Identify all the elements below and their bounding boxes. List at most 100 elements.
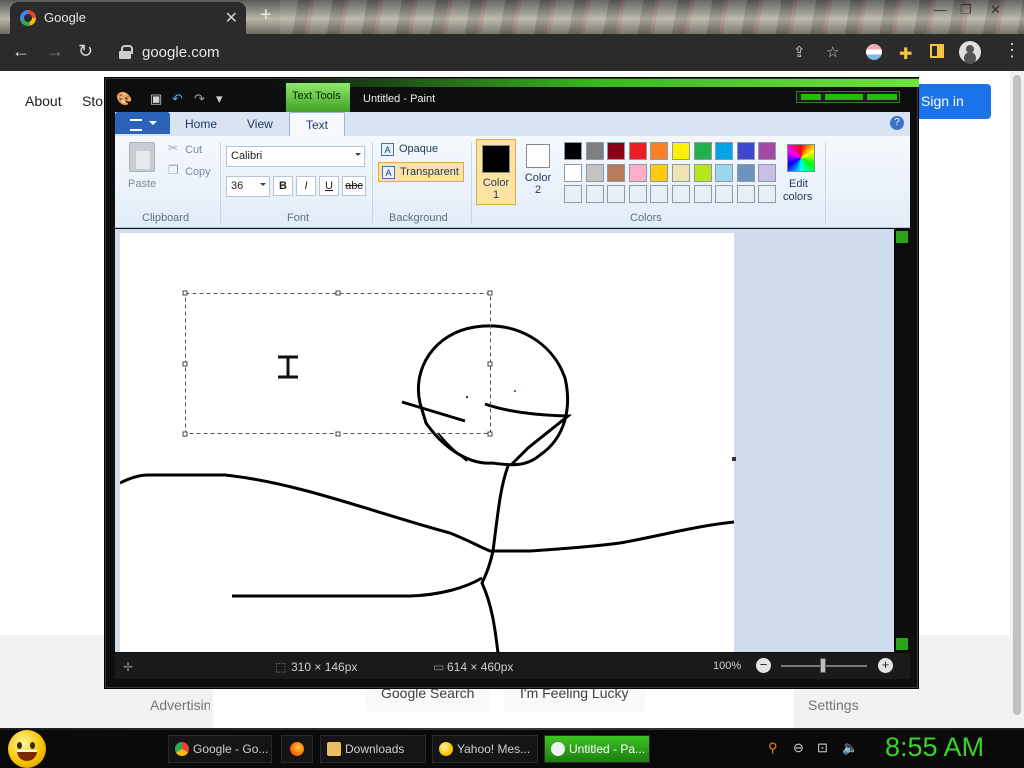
font-size-select[interactable]: 36 [226, 176, 270, 197]
paint-file-menu-button[interactable] [115, 112, 170, 134]
page-scrollbar[interactable] [1010, 71, 1024, 728]
palette-swatch[interactable] [672, 142, 690, 160]
extensions-puzzle-icon[interactable]: ✚ [899, 44, 912, 64]
new-tab-button[interactable]: + [260, 4, 272, 27]
palette-swatch[interactable] [607, 163, 626, 182]
copy-button[interactable]: Copy [185, 166, 211, 178]
palette-swatch[interactable] [564, 185, 582, 203]
search-icon[interactable]: ⚲ [768, 740, 778, 756]
save-icon[interactable]: ▣ [150, 91, 162, 107]
restore-window-button[interactable]: ❐ [960, 2, 972, 18]
canvas-resize-handle[interactable] [732, 457, 736, 461]
customize-qat-icon[interactable]: ▾ [216, 91, 223, 107]
chrome-menu-icon[interactable]: ⋮ [1003, 40, 1021, 61]
palette-swatch[interactable] [650, 163, 669, 182]
palette-swatch[interactable] [564, 163, 582, 182]
paint-app-icon[interactable]: 🎨 [116, 91, 132, 107]
palette-swatch[interactable] [672, 185, 690, 203]
palette-swatch[interactable] [693, 185, 712, 203]
sign-in-button[interactable]: Sign in [912, 84, 991, 119]
taskbar-clock[interactable]: 8:55 AM [885, 732, 984, 763]
taskbar-item-paint[interactable]: Untitled - Pa... [544, 735, 650, 763]
tab-close-icon[interactable]: ✕ [225, 8, 238, 28]
palette-swatch[interactable] [628, 163, 647, 182]
volume-icon[interactable]: 🔈 [842, 740, 858, 756]
tray-minus-icon[interactable]: ⊖ [793, 740, 804, 756]
tab-text[interactable]: Text [289, 112, 346, 136]
palette-swatch[interactable] [693, 163, 712, 182]
address-bar[interactable]: google.com [142, 44, 220, 61]
redo-icon[interactable]: ↷ [194, 91, 205, 107]
lock-icon[interactable] [119, 45, 133, 59]
zoom-slider-thumb[interactable] [820, 658, 826, 673]
transparent-option[interactable]: A Transparent [378, 162, 464, 182]
tab-home[interactable]: Home [185, 117, 217, 131]
network-icon[interactable]: ⊡ [817, 740, 828, 756]
palette-swatch[interactable] [736, 163, 755, 182]
color1-button[interactable]: Color 1 [476, 139, 516, 205]
opaque-option[interactable]: A Opaque [378, 140, 458, 160]
palette-swatch[interactable] [585, 142, 604, 160]
palette-swatch[interactable] [736, 142, 755, 160]
browser-tab-google[interactable]: Google ✕ [10, 2, 246, 34]
palette-swatch[interactable] [564, 142, 582, 160]
extension-flag-icon[interactable] [866, 44, 882, 60]
canvas-vertical-scrollbar[interactable] [894, 229, 910, 652]
palette-swatch[interactable] [758, 163, 777, 182]
edit-colors-label[interactable]: Edit [789, 178, 808, 190]
paint-minimize-icon[interactable] [801, 94, 821, 100]
text-selection-box[interactable] [185, 293, 491, 434]
share-icon[interactable]: ⇪ [793, 43, 806, 61]
store-link[interactable]: Store [82, 93, 106, 109]
profile-avatar-icon[interactable] [959, 41, 981, 63]
palette-swatch[interactable] [758, 142, 777, 160]
close-window-button[interactable]: ✕ [990, 2, 1001, 18]
palette-swatch[interactable] [585, 163, 604, 182]
font-family-select[interactable]: Calibri [226, 146, 365, 167]
palette-swatch[interactable] [585, 185, 604, 203]
cut-button[interactable]: Cut [185, 144, 202, 156]
forward-button[interactable]: → [46, 41, 64, 62]
reload-button[interactable]: ↻ [78, 41, 93, 62]
palette-swatch[interactable] [650, 185, 669, 203]
palette-swatch[interactable] [628, 185, 647, 203]
zoom-in-button[interactable]: + [878, 658, 893, 673]
taskbar-item-downloads[interactable]: Downloads [320, 735, 426, 763]
taskbar-item-chrome[interactable]: Google - Go... [168, 735, 272, 763]
strikethrough-button[interactable]: abc [342, 176, 366, 196]
underline-button[interactable]: U [319, 176, 339, 196]
bookmark-star-icon[interactable]: ☆ [826, 43, 839, 61]
paint-maximize-icon[interactable] [825, 94, 863, 100]
zoom-out-button[interactable]: − [756, 658, 771, 673]
color2-button[interactable]: Color 2 [518, 139, 558, 205]
edit-colors-label2[interactable]: colors [783, 191, 812, 203]
paste-icon[interactable] [129, 142, 155, 172]
palette-swatch[interactable] [672, 163, 690, 182]
palette-swatch[interactable] [715, 142, 734, 160]
canvas-workspace[interactable] [115, 229, 894, 652]
palette-swatch[interactable] [628, 142, 647, 160]
paint-window-controls[interactable] [796, 91, 900, 103]
paste-button[interactable]: Paste [128, 178, 156, 190]
back-button[interactable]: ← [12, 41, 30, 62]
palette-swatch[interactable] [693, 142, 712, 160]
side-panel-icon[interactable] [930, 44, 944, 58]
tab-view[interactable]: View [247, 117, 273, 131]
taskbar-item-yahoo-messenger[interactable]: Yahoo! Mes... [432, 735, 538, 763]
undo-icon[interactable]: ↶ [172, 91, 183, 107]
palette-swatch[interactable] [715, 185, 734, 203]
cut-icon[interactable]: ✂ [168, 141, 178, 155]
bold-button[interactable]: B [273, 176, 293, 196]
palette-swatch[interactable] [758, 185, 777, 203]
palette-swatch[interactable] [715, 163, 734, 182]
palette-swatch[interactable] [607, 185, 626, 203]
copy-icon[interactable]: ❐ [168, 163, 179, 177]
advertising-link[interactable]: Advertising [150, 697, 210, 713]
paint-close-icon[interactable] [867, 94, 897, 100]
italic-button[interactable]: I [296, 176, 316, 196]
settings-link[interactable]: Settings [808, 697, 859, 713]
drawing-canvas[interactable] [119, 233, 735, 652]
about-link[interactable]: About [25, 93, 62, 109]
help-icon[interactable]: ? [890, 116, 904, 130]
taskbar-item-firefox[interactable] [281, 735, 313, 763]
